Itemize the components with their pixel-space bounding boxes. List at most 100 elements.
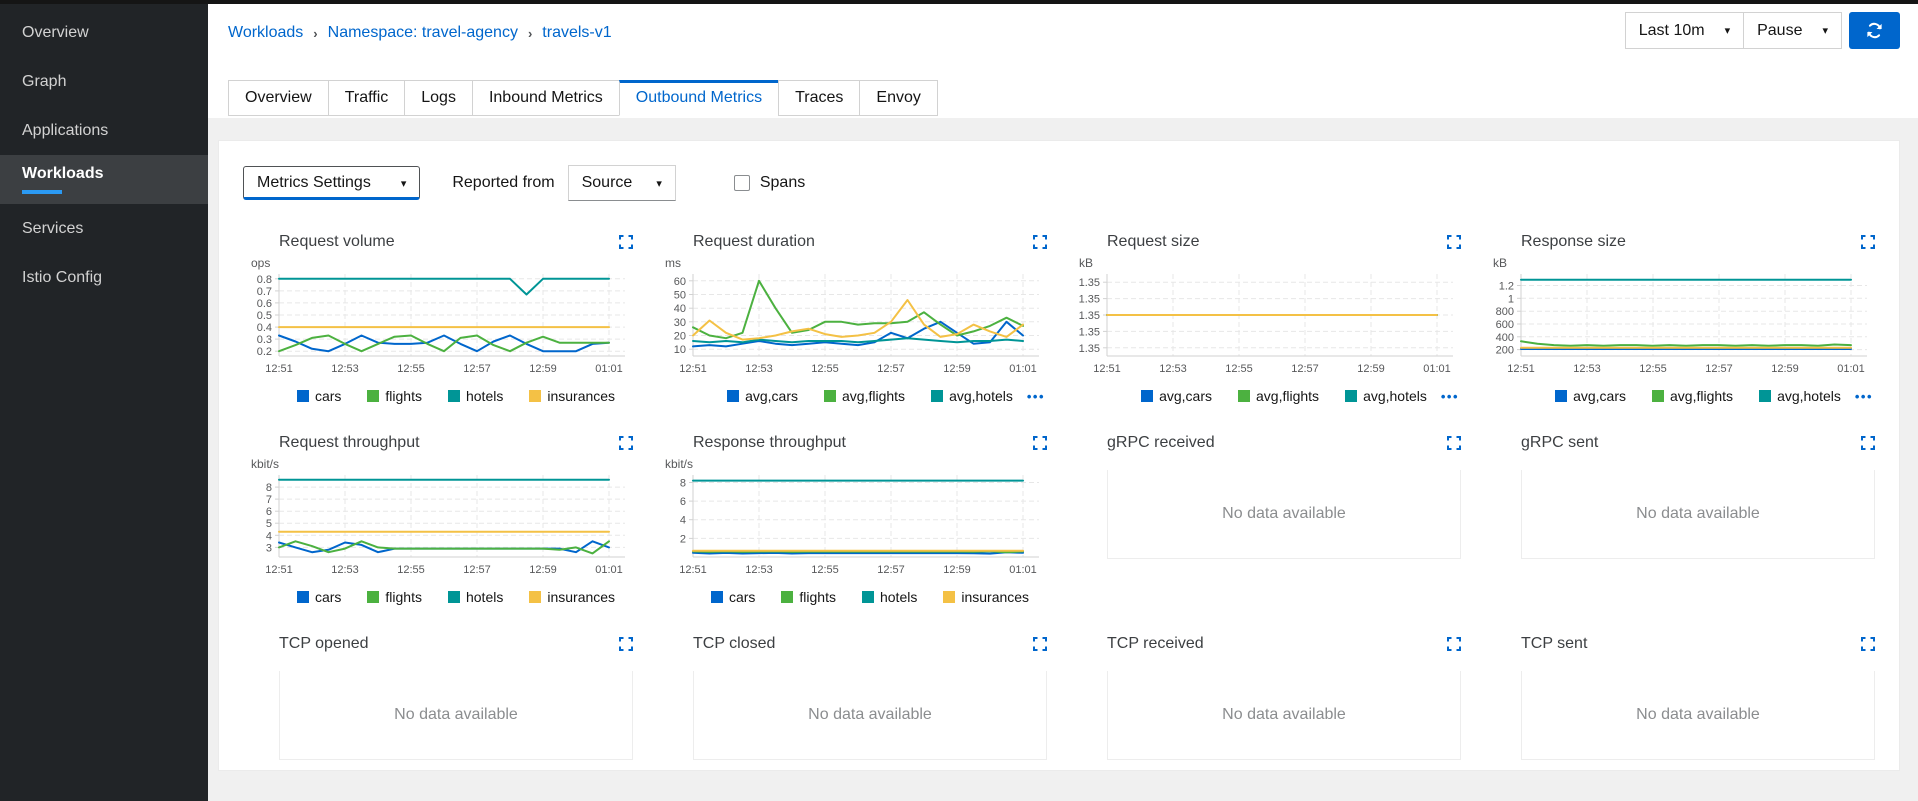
refresh-button[interactable] — [1849, 12, 1900, 49]
expand-icon[interactable] — [1447, 436, 1461, 450]
tab-outbound-metrics[interactable]: Outbound Metrics — [618, 80, 780, 116]
tab-traffic[interactable]: Traffic — [327, 80, 406, 116]
legend-item[interactable]: flights — [781, 589, 836, 605]
svg-text:40: 40 — [674, 303, 686, 315]
legend-item[interactable]: cars — [710, 589, 755, 605]
svg-text:12:55: 12:55 — [397, 363, 425, 375]
sidebar-item-istio-config[interactable]: Istio Config — [0, 253, 208, 302]
legend-item[interactable]: avg,hotels — [931, 388, 1013, 404]
sidebar-item-applications[interactable]: Applications — [0, 106, 208, 155]
expand-icon[interactable] — [1861, 436, 1875, 450]
legend-item[interactable]: avg,cars — [727, 388, 798, 404]
y-axis-unit-label: kB — [1493, 256, 1508, 270]
legend-item[interactable]: insurances — [529, 589, 615, 605]
svg-text:8: 8 — [680, 478, 686, 490]
legend-item[interactable]: insurances — [529, 388, 615, 404]
svg-text:12:55: 12:55 — [1639, 363, 1667, 375]
sidebar-item-workloads[interactable]: Workloads — [0, 155, 208, 204]
sidebar-item-services[interactable]: Services — [0, 204, 208, 253]
breadcrumb-link[interactable]: travels-v1 — [542, 24, 611, 42]
expand-icon[interactable] — [1861, 637, 1875, 651]
legend-label: insurances — [547, 589, 616, 605]
legend-swatch — [367, 591, 380, 603]
legend-more-button[interactable]: ••• — [1027, 389, 1045, 404]
sidebar-item-graph[interactable]: Graph — [0, 57, 208, 106]
svg-text:400: 400 — [1496, 332, 1514, 344]
legend-label: avg,cars — [1573, 388, 1627, 404]
expand-icon[interactable] — [619, 235, 633, 249]
expand-icon[interactable] — [1033, 235, 1047, 249]
no-data-text: No data available — [1222, 706, 1346, 723]
legend-more-button[interactable]: ••• — [1441, 389, 1459, 404]
chart-title: Request duration — [693, 233, 815, 250]
svg-text:12:57: 12:57 — [1291, 363, 1319, 375]
legend-item[interactable]: avg,flights — [1238, 388, 1319, 404]
chart-title: Request volume — [279, 233, 395, 250]
legend-item[interactable]: insurances — [943, 589, 1029, 605]
chart-response-size: Response size kB 200 400 600 800 1 1.2 12:51 12:5… — [1485, 231, 1875, 406]
breadcrumb-link[interactable]: Namespace: travel-agency — [328, 24, 518, 42]
legend-item[interactable]: cars — [296, 589, 341, 605]
expand-icon[interactable] — [1447, 637, 1461, 651]
svg-text:12:59: 12:59 — [1357, 363, 1385, 375]
legend-item[interactable]: avg,flights — [1652, 388, 1733, 404]
chart-tcp-sent: TCP sent No data available — [1485, 633, 1875, 760]
legend-item[interactable]: flights — [367, 589, 422, 605]
sidebar-item-label: Workloads — [22, 165, 104, 182]
sidebar-item-label: Overview — [22, 23, 89, 41]
expand-icon[interactable] — [1861, 235, 1875, 249]
legend-item[interactable]: cars — [296, 388, 341, 404]
spans-checkbox[interactable] — [733, 175, 750, 191]
duration-dropdown[interactable]: Last 10m ▾ — [1624, 12, 1745, 49]
legend-item[interactable]: avg,flights — [824, 388, 905, 404]
svg-text:12:51: 12:51 — [1093, 363, 1121, 375]
legend-swatch — [529, 591, 542, 603]
svg-text:20: 20 — [674, 331, 686, 343]
chart-legend: avg,cars avg,flights avg,hotels ••• — [1107, 386, 1461, 406]
no-data-box: No data available — [1521, 470, 1875, 559]
svg-text:0.6: 0.6 — [257, 298, 272, 310]
no-data-box: No data available — [279, 671, 633, 760]
expand-icon[interactable] — [1447, 235, 1461, 249]
svg-text:1.35: 1.35 — [1079, 277, 1100, 289]
legend-item[interactable]: flights — [367, 388, 422, 404]
no-data-text: No data available — [394, 706, 518, 723]
chart-title: TCP sent — [1521, 635, 1588, 652]
expand-icon[interactable] — [1033, 436, 1047, 450]
legend-item[interactable]: avg,cars — [1141, 388, 1212, 404]
tab-overview[interactable]: Overview — [228, 80, 329, 116]
legend-item[interactable]: avg,cars — [1555, 388, 1626, 404]
sidebar-item-overview[interactable]: Overview — [0, 8, 208, 57]
reported-from-select[interactable]: Source ▾ — [567, 165, 676, 201]
svg-text:3: 3 — [266, 542, 272, 554]
tab-logs[interactable]: Logs — [404, 80, 473, 116]
refresh-interval-dropdown[interactable]: Pause ▾ — [1743, 12, 1842, 49]
no-data-box: No data available — [1521, 671, 1875, 760]
legend-item[interactable]: avg,hotels — [1345, 388, 1427, 404]
legend-label: flights — [799, 589, 836, 605]
svg-text:12:59: 12:59 — [1771, 363, 1799, 375]
tab-traces[interactable]: Traces — [778, 80, 861, 116]
legend-swatch — [1345, 390, 1358, 402]
legend-item[interactable]: hotels — [447, 589, 503, 605]
svg-text:0.5: 0.5 — [257, 310, 272, 322]
legend-item[interactable]: avg,hotels — [1759, 388, 1841, 404]
tab-envoy[interactable]: Envoy — [859, 80, 938, 116]
svg-text:12:51: 12:51 — [679, 564, 707, 576]
chart-plot: 2 4 6 8 12:51 12:53 12:55 12:57 12:59 01:01 — [679, 475, 1039, 576]
legend-more-button[interactable]: ••• — [1855, 389, 1873, 404]
legend-item[interactable]: hotels — [447, 388, 503, 404]
chart-title: Request throughput — [279, 434, 420, 451]
metrics-settings-dropdown[interactable]: Metrics Settings ▾ — [243, 166, 421, 200]
expand-icon[interactable] — [619, 436, 633, 450]
breadcrumb: Workloads › Namespace: travel-agency › trave… — [228, 24, 612, 42]
legend-item[interactable]: hotels — [861, 589, 917, 605]
breadcrumb-link[interactable]: Workloads — [228, 24, 303, 42]
svg-text:800: 800 — [1496, 306, 1514, 318]
chart-grpc-sent: gRPC sent No data available — [1485, 432, 1875, 607]
svg-text:12:59: 12:59 — [943, 564, 971, 576]
reported-from-value: Source — [581, 174, 633, 191]
expand-icon[interactable] — [1033, 637, 1047, 651]
expand-icon[interactable] — [619, 637, 633, 651]
tab-inbound-metrics[interactable]: Inbound Metrics — [471, 80, 620, 116]
